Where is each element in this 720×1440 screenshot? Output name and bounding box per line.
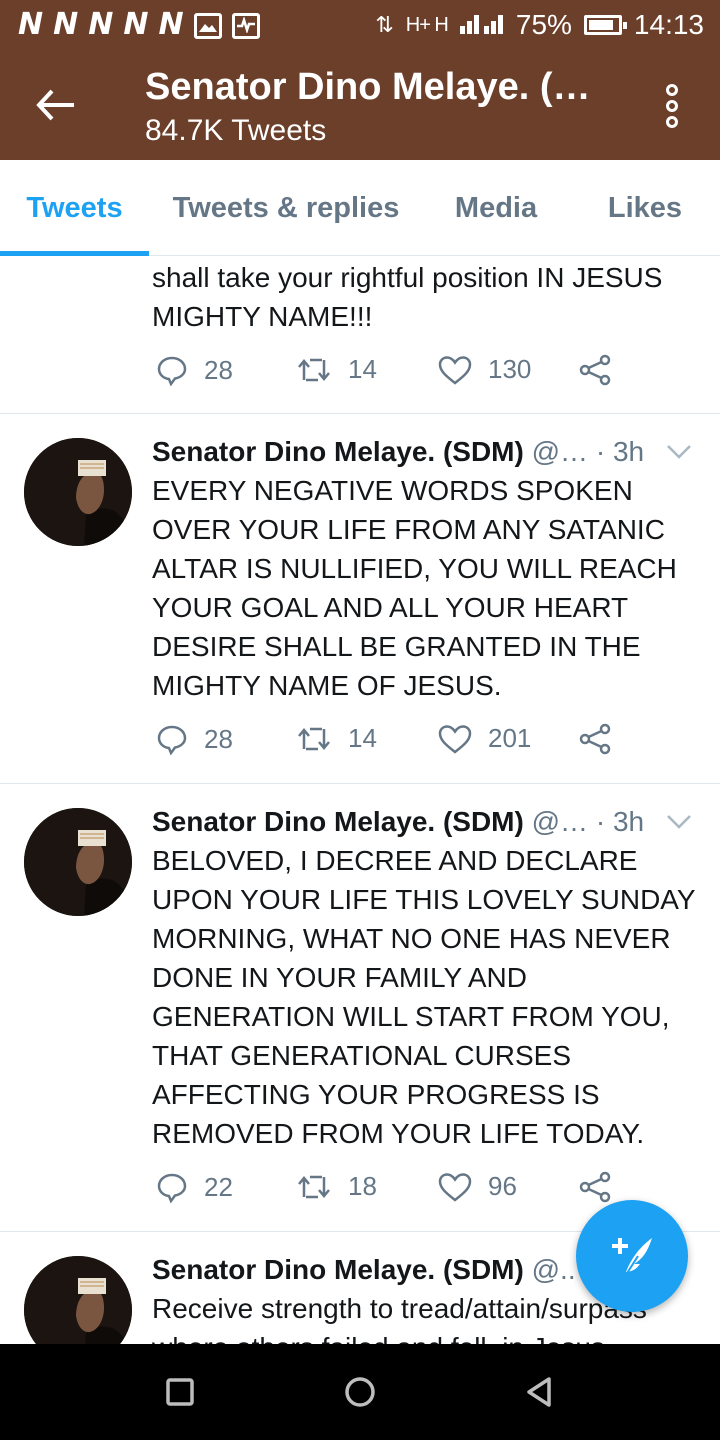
status-bar: N N N N N ⇅ H+ H 75% 14:13 bbox=[0, 0, 720, 50]
retweet-icon bbox=[298, 1175, 330, 1198]
tweet-header: Senator Dino Melaye. (SDM) @… · 3h bbox=[152, 432, 707, 471]
signal-bars-icon bbox=[459, 8, 504, 42]
back-button[interactable] bbox=[30, 80, 80, 130]
tweet-text: shall take your rightful position IN JES… bbox=[152, 262, 663, 332]
status-right: ⇅ H+ H 75% 14:13 bbox=[375, 8, 704, 42]
signal-icon: H+ H bbox=[405, 14, 449, 36]
notification-icons: N N N N N bbox=[18, 8, 260, 42]
tweet-header: Senator Dino Melaye. (SDM) @… · 3h bbox=[152, 802, 707, 841]
author-handle: @… bbox=[531, 806, 589, 837]
tweet-feed[interactable]: shall take your rightful position IN JES… bbox=[0, 256, 720, 1344]
share-icon bbox=[579, 1171, 611, 1203]
notification-n-icon: N bbox=[18, 7, 44, 42]
like-count: 201 bbox=[488, 723, 532, 753]
share-button[interactable] bbox=[578, 1171, 612, 1203]
retweet-icon bbox=[298, 727, 330, 750]
more-options-button[interactable] bbox=[660, 84, 684, 128]
chevron-down-icon[interactable] bbox=[666, 814, 692, 830]
tweet-text: BELOVED, I DECREE AND DECLARE UPON YOUR … bbox=[152, 845, 696, 1149]
heart-icon bbox=[438, 355, 472, 385]
home-circle-icon[interactable] bbox=[340, 1372, 380, 1412]
retweet-button[interactable]: 14 bbox=[296, 354, 377, 385]
reply-icon bbox=[157, 1173, 187, 1203]
avatar[interactable] bbox=[24, 1256, 132, 1344]
tab-tweets[interactable]: Tweets bbox=[0, 160, 149, 256]
compose-tweet-button[interactable] bbox=[576, 1200, 688, 1312]
retweet-button[interactable]: 14 bbox=[296, 723, 377, 754]
share-icon bbox=[579, 354, 611, 386]
profile-header: Senator Dino Melaye. (S… 84.7K Tweets bbox=[0, 50, 720, 160]
clock: 14:13 bbox=[633, 9, 704, 40]
author-name[interactable]: Senator Dino Melaye. (SDM) bbox=[152, 1254, 524, 1285]
author-handle: @.. bbox=[531, 1254, 576, 1285]
reply-button[interactable]: 28 bbox=[156, 354, 233, 386]
tweet-actions: 28 14 130 bbox=[152, 354, 652, 394]
tweet-text: EVERY NEGATIVE WORDS SPOKEN OVER YOUR LI… bbox=[152, 475, 677, 701]
tweet-time: · 3h bbox=[595, 436, 645, 467]
avatar[interactable] bbox=[24, 438, 132, 546]
tab-tweets-and-replies[interactable]: Tweets & replies bbox=[160, 160, 412, 256]
like-count: 96 bbox=[488, 1171, 517, 1201]
activity-icon bbox=[231, 13, 260, 39]
notification-n-icon: N bbox=[123, 7, 149, 42]
more-vertical-icon bbox=[666, 84, 678, 128]
compose-tweet-icon bbox=[612, 1238, 652, 1279]
tweet-actions: 28 14 201 bbox=[152, 723, 652, 763]
reply-count: 22 bbox=[204, 1171, 233, 1202]
retweet-count: 18 bbox=[348, 1171, 377, 1201]
share-icon bbox=[579, 723, 611, 755]
like-button[interactable]: 130 bbox=[438, 354, 531, 385]
retweet-count: 14 bbox=[348, 354, 377, 384]
reply-button[interactable]: 28 bbox=[156, 723, 233, 755]
tweet-divider bbox=[0, 783, 720, 784]
reply-icon bbox=[157, 356, 187, 386]
back-triangle-icon[interactable] bbox=[520, 1372, 560, 1412]
tab-media[interactable]: Media bbox=[430, 160, 562, 256]
profile-tabs: Tweets Tweets & replies Media Likes bbox=[0, 160, 720, 256]
avatar[interactable] bbox=[24, 808, 132, 916]
system-nav-bar bbox=[0, 1344, 720, 1440]
reply-icon bbox=[157, 725, 187, 755]
like-button[interactable]: 96 bbox=[438, 1171, 517, 1202]
recents-square-icon[interactable] bbox=[160, 1372, 200, 1412]
reply-button[interactable]: 22 bbox=[156, 1171, 233, 1203]
like-count: 130 bbox=[488, 354, 532, 384]
chevron-down-icon[interactable] bbox=[666, 444, 692, 460]
retweet-icon bbox=[298, 358, 330, 381]
image-icon bbox=[193, 13, 222, 39]
page-title: Senator Dino Melaye. (S… bbox=[145, 66, 605, 108]
notification-n-icon: N bbox=[53, 7, 79, 42]
retweet-button[interactable]: 18 bbox=[296, 1171, 377, 1202]
tweet-count: 84.7K Tweets bbox=[145, 114, 327, 147]
data-transfer-icon: ⇅ bbox=[375, 12, 394, 37]
battery-icon bbox=[583, 15, 627, 35]
heart-icon bbox=[438, 724, 472, 754]
reply-count: 28 bbox=[204, 354, 233, 385]
battery-level bbox=[588, 20, 613, 30]
author-name[interactable]: Senator Dino Melaye. (SDM) bbox=[152, 806, 524, 837]
notification-n-icon: N bbox=[88, 7, 114, 42]
like-button[interactable]: 201 bbox=[438, 723, 531, 754]
retweet-count: 14 bbox=[348, 723, 377, 753]
arrow-left-icon bbox=[36, 89, 74, 121]
heart-icon bbox=[438, 1172, 472, 1202]
share-button[interactable] bbox=[578, 723, 612, 755]
author-name[interactable]: Senator Dino Melaye. (SDM) bbox=[152, 436, 524, 467]
share-button[interactable] bbox=[578, 354, 612, 386]
tweet-divider bbox=[0, 413, 720, 414]
notification-n-icon: N bbox=[158, 7, 184, 42]
tab-likes[interactable]: Likes bbox=[580, 160, 710, 256]
battery-percent: 75% bbox=[515, 9, 572, 40]
reply-count: 28 bbox=[204, 723, 233, 754]
author-handle: @… bbox=[531, 436, 589, 467]
tweet-time: · 3h bbox=[595, 806, 645, 837]
